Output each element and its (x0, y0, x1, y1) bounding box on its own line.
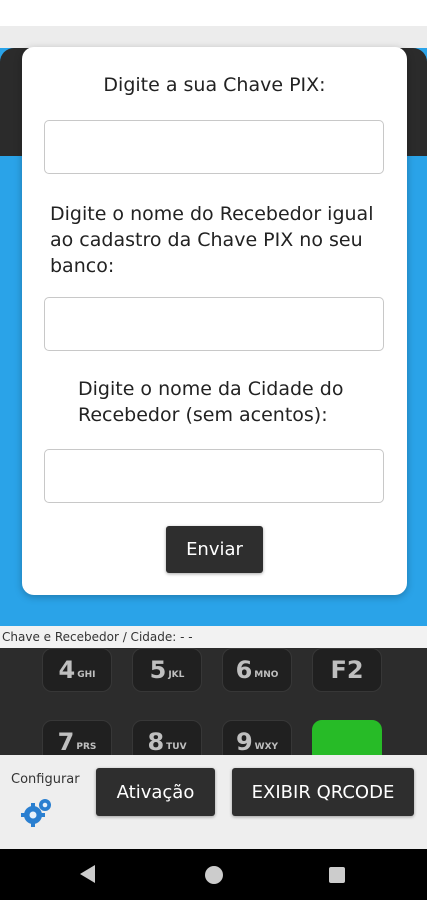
city-input[interactable] (44, 449, 384, 503)
key-digit: 9 (235, 728, 253, 755)
gears-icon[interactable] (18, 795, 54, 831)
pix-setup-dialog: Digite a sua Chave PIX: Digite o nome do… (22, 47, 407, 595)
key-digit: F2 (330, 656, 364, 684)
key-letters: TUV (166, 742, 187, 752)
config-label: Configurar (11, 772, 80, 787)
show-qrcode-button[interactable]: EXIBIR QRCODE (232, 768, 414, 816)
pix-key-input[interactable] (44, 120, 384, 174)
key-letters: WXY (254, 742, 279, 752)
key-digit: 6 (235, 656, 253, 684)
key-letters: GHI (77, 670, 96, 680)
keypad-key: 4 GHI (42, 648, 112, 692)
keypad-key: F2 (312, 648, 382, 692)
home-icon[interactable] (205, 866, 223, 884)
keypad-key-confirm (312, 720, 382, 755)
activation-button[interactable]: Ativação (96, 768, 215, 816)
android-nav-bar (0, 849, 427, 900)
key-digit: 4 (58, 656, 76, 684)
receiver-name-prompt: Digite o nome do Recebedor igual ao cada… (50, 203, 374, 277)
key-digit: 7 (57, 728, 75, 755)
back-icon[interactable] (80, 865, 95, 883)
keypad-image: 4 GHI 5 JKL 6 MNO F2 7 PRS 8 TUV 9 WXY (0, 648, 427, 755)
city-prompt: Digite o nome da Cidade do Recebedor (se… (78, 378, 344, 426)
key-digit: 8 (147, 728, 165, 755)
keypad-key: 6 MNO (222, 648, 292, 692)
receiver-name-input[interactable] (44, 297, 384, 351)
status-bar (0, 0, 427, 26)
key-letters: PRS (76, 742, 97, 752)
key-letters: MNO (254, 670, 279, 680)
keypad-key: 7 PRS (42, 720, 112, 755)
app-top-strip (0, 26, 427, 48)
key-letters: JKL (168, 670, 185, 680)
keypad-key: 9 WXY (222, 720, 292, 755)
pix-key-prompt: Digite a sua Chave PIX: (103, 74, 326, 96)
bottom-panel: Configurar Ativação EXIBIR QRCODE (0, 755, 427, 849)
recents-icon[interactable] (329, 867, 345, 883)
keypad-key: 8 TUV (132, 720, 202, 755)
send-button[interactable]: Enviar (166, 526, 263, 573)
info-status-line: Chave e Recebedor / Cidade: - - (0, 626, 427, 648)
keypad-key: 5 JKL (132, 648, 202, 692)
key-digit: 5 (149, 656, 167, 684)
